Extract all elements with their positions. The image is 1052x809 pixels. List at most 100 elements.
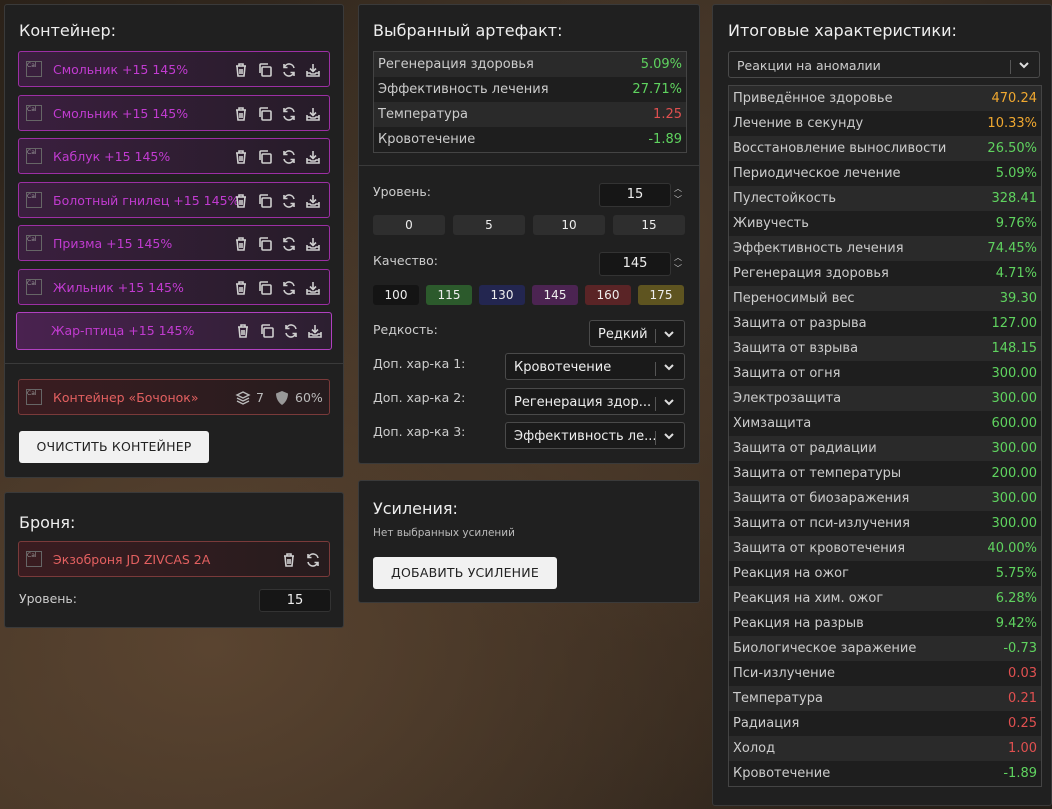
stat-value: 600.00 <box>976 411 1041 436</box>
stat-row: Периодическое лечение 5.09% <box>729 161 1041 186</box>
download-tray-icon[interactable] <box>305 280 321 296</box>
chevron-down-icon <box>662 360 676 374</box>
level-input[interactable]: 15 <box>599 183 671 207</box>
stat-row: Защита от температуры 200.00 <box>729 461 1041 486</box>
trash-icon[interactable] <box>235 323 251 339</box>
stat-name: Защита от температуры <box>729 461 977 486</box>
add-boost-button[interactable]: ДОБАВИТЬ УСИЛЕНИЕ <box>373 557 557 589</box>
stat-name: Эффективность лечения <box>729 236 977 261</box>
stat-row: Переносимый вес 39.30 <box>729 286 1041 311</box>
armor-level-input[interactable]: 15 <box>259 589 331 612</box>
trash-icon[interactable] <box>233 236 249 252</box>
stat-row: Кровотечение -1.89 <box>374 127 686 152</box>
stat-value: 300.00 <box>976 511 1041 536</box>
trash-icon[interactable] <box>233 280 249 296</box>
copy-icon[interactable] <box>257 149 273 165</box>
level-preset-button[interactable]: 5 <box>453 215 525 235</box>
level-stepper[interactable]: ︿ ﹀ <box>672 183 684 207</box>
stat-value: 5.75% <box>976 561 1041 586</box>
refresh-icon[interactable] <box>281 149 297 165</box>
trash-icon[interactable] <box>233 62 249 78</box>
stat-name: Живучесть <box>729 211 977 236</box>
stat-value: 6.28% <box>976 586 1041 611</box>
quality-preset-button[interactable]: 115 <box>426 285 472 305</box>
download-tray-icon[interactable] <box>305 62 321 78</box>
refresh-icon[interactable] <box>281 236 297 252</box>
refresh-icon[interactable] <box>281 280 297 296</box>
stat-row: Живучесть 9.76% <box>729 211 1041 236</box>
quality-preset-button[interactable]: 100 <box>373 285 419 305</box>
stat-row: Эффективность лечения 27.71% <box>374 77 686 102</box>
copy-icon[interactable] <box>257 280 273 296</box>
download-tray-icon[interactable] <box>307 323 323 339</box>
stat-name: Защита от биозаражения <box>729 486 977 511</box>
armor-image: Cal <box>26 551 42 567</box>
artifact-title: Выбранный артефакт: <box>373 21 563 40</box>
extra2-select[interactable]: Регенерация здор... <box>505 388 685 415</box>
trash-icon[interactable] <box>233 106 249 122</box>
stat-row: Температура 1.25 <box>374 102 686 127</box>
select-separator <box>655 431 656 445</box>
download-tray-icon[interactable] <box>305 106 321 122</box>
copy-icon[interactable] <box>257 236 273 252</box>
refresh-icon[interactable] <box>281 106 297 122</box>
container-item[interactable]: Cal Каблук +15 145% <box>18 138 330 174</box>
stat-value: 1.25 <box>609 102 686 127</box>
container-box-card[interactable]: Cal Контейнер «Бочонок» 7 60% <box>18 379 330 415</box>
rarity-select[interactable]: Редкий <box>589 320 685 347</box>
quality-input[interactable]: 145 <box>599 252 671 276</box>
quality-stepper[interactable]: ︿ ﹀ <box>672 252 684 276</box>
copy-icon[interactable] <box>257 106 273 122</box>
copy-icon[interactable] <box>259 323 275 339</box>
quality-preset-button[interactable]: 175 <box>638 285 684 305</box>
level-preset-button[interactable]: 15 <box>613 215 685 235</box>
stat-name: Биологическое заражение <box>729 636 977 661</box>
container-item[interactable]: Cal Смольник +15 145% <box>18 51 330 87</box>
armor-card[interactable]: Cal Экзоброня JD ZIVCAS 2A <box>18 541 330 577</box>
extra1-select[interactable]: Кровотечение <box>505 353 685 380</box>
totals-title: Итоговые характеристики: <box>728 21 957 40</box>
chevron-down-icon[interactable]: ﹀ <box>674 195 682 204</box>
stat-value: 300.00 <box>976 361 1041 386</box>
stat-row: Регенерация здоровья 5.09% <box>374 52 686 77</box>
chevron-down-icon[interactable]: ﹀ <box>674 264 682 273</box>
container-item[interactable]: Cal Болотный гнилец +15 145% <box>18 181 330 218</box>
clear-container-button[interactable]: ОЧИСТИТЬ КОНТЕЙНЕР <box>19 431 209 463</box>
stat-name: Пулестойкость <box>729 186 977 211</box>
level-preset-button[interactable]: 0 <box>373 215 445 235</box>
refresh-icon[interactable] <box>283 323 299 339</box>
stat-name: Защита от радиации <box>729 436 977 461</box>
chevron-up-icon[interactable]: ︿ <box>674 184 682 193</box>
refresh-icon[interactable] <box>305 552 321 568</box>
armor-name: Экзоброня JD ZIVCAS 2A <box>53 552 211 567</box>
trash-icon[interactable] <box>233 149 249 165</box>
container-item[interactable]: Cal Призма +15 145% <box>18 225 330 261</box>
copy-icon[interactable] <box>257 193 273 209</box>
item-name: Призма +15 145% <box>53 236 173 251</box>
stat-name: Регенерация здоровья <box>374 52 610 77</box>
quality-preset-button[interactable]: 145 <box>532 285 578 305</box>
stat-name: Холод <box>729 736 977 761</box>
container-item[interactable]: Cal Смольник +15 145% <box>18 94 330 131</box>
stat-name: Защита от взрыва <box>729 336 977 361</box>
stat-value: 9.76% <box>976 211 1041 236</box>
quality-preset-button[interactable]: 130 <box>479 285 525 305</box>
download-tray-icon[interactable] <box>305 149 321 165</box>
stat-row: Защита от биозаражения 300.00 <box>729 486 1041 511</box>
chevron-up-icon[interactable]: ︿ <box>674 253 682 262</box>
extra3-select[interactable]: Эффективность ле... <box>505 422 685 449</box>
container-item[interactable]: Cal Жильник +15 145% <box>18 268 330 305</box>
trash-icon[interactable] <box>233 193 249 209</box>
refresh-icon[interactable] <box>281 62 297 78</box>
item-name: Каблук +15 145% <box>53 149 171 164</box>
level-preset-button[interactable]: 10 <box>533 215 605 235</box>
totals-filter-select[interactable]: Реакции на аномалии <box>728 51 1040 78</box>
download-tray-icon[interactable] <box>305 193 321 209</box>
container-item[interactable]: Жар-птица +15 145% <box>16 312 332 350</box>
stat-row: Приведённое здоровье 470.24 <box>729 86 1041 111</box>
copy-icon[interactable] <box>257 62 273 78</box>
download-tray-icon[interactable] <box>305 236 321 252</box>
refresh-icon[interactable] <box>281 193 297 209</box>
trash-icon[interactable] <box>281 552 297 568</box>
quality-preset-button[interactable]: 160 <box>585 285 631 305</box>
